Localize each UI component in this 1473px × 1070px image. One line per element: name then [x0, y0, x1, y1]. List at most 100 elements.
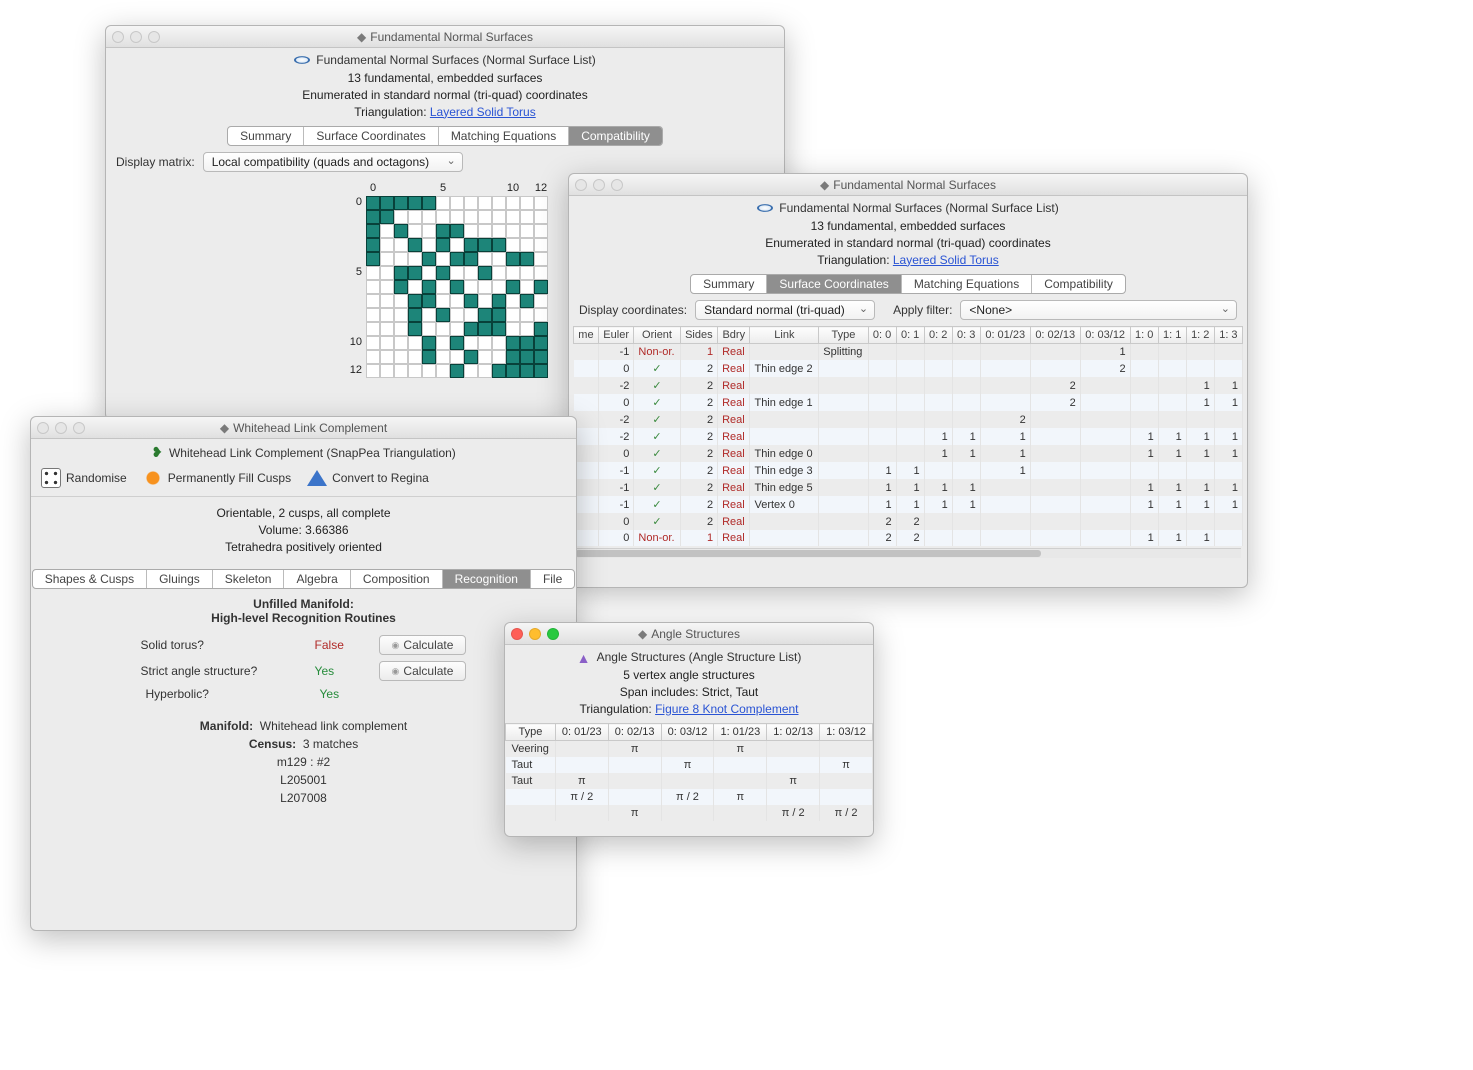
- angle-structures-table[interactable]: Type0: 01/230: 02/130: 03/121: 01/231: 0…: [505, 723, 873, 821]
- calculate-button[interactable]: Calculate: [379, 635, 467, 655]
- tabbar[interactable]: SummarySurface CoordinatesMatching Equat…: [690, 274, 1126, 294]
- column-header[interactable]: 1: 0: [1130, 327, 1158, 344]
- column-header[interactable]: 0: 2: [924, 327, 952, 344]
- calculate-button[interactable]: Calculate: [379, 661, 467, 681]
- column-header[interactable]: me: [574, 327, 599, 344]
- triangulation-link[interactable]: Layered Solid Torus: [893, 253, 999, 267]
- column-header[interactable]: 0: 3: [952, 327, 980, 344]
- tab-recognition[interactable]: Recognition: [443, 570, 531, 588]
- tab-compatibility[interactable]: Compatibility: [569, 127, 662, 145]
- display-matrix-select[interactable]: Local compatibility (quads and octagons): [203, 152, 463, 172]
- table-row[interactable]: 0✓2RealThin edge 1211: [574, 394, 1243, 411]
- tab-surface-coordinates[interactable]: Surface Coordinates: [767, 275, 901, 293]
- column-header[interactable]: 0: 1: [896, 327, 924, 344]
- column-header[interactable]: 1: 03/12: [820, 724, 873, 741]
- table-row[interactable]: 0Non-or.1Real22111: [574, 530, 1243, 546]
- coordinates-table[interactable]: meEulerOrientSidesBdryLinkType0: 00: 10:…: [573, 326, 1243, 546]
- column-header[interactable]: 0: 02/13: [608, 724, 661, 741]
- tab-summary[interactable]: Summary: [691, 275, 767, 293]
- tab-matching-equations[interactable]: Matching Equations: [902, 275, 1032, 293]
- titlebar[interactable]: ◆Fundamental Normal Surfaces: [106, 26, 784, 48]
- matrix-cell: [506, 350, 520, 364]
- table-row[interactable]: Tautππ: [506, 773, 873, 789]
- tab-composition[interactable]: Composition: [351, 570, 443, 588]
- zoom-icon[interactable]: [148, 31, 160, 43]
- tab-algebra[interactable]: Algebra: [284, 570, 350, 588]
- tab-matching-equations[interactable]: Matching Equations: [439, 127, 569, 145]
- tab-gluings[interactable]: Gluings: [147, 570, 213, 588]
- tab-surface-coordinates[interactable]: Surface Coordinates: [304, 127, 438, 145]
- column-header[interactable]: 1: 01/23: [714, 724, 767, 741]
- minimize-icon[interactable]: [593, 179, 605, 191]
- convert-button[interactable]: Convert to Regina: [307, 470, 429, 486]
- zoom-icon[interactable]: [611, 179, 623, 191]
- minimize-icon[interactable]: [529, 628, 541, 640]
- table-row[interactable]: -1✓2RealThin edge 511111111: [574, 479, 1243, 496]
- tabbar[interactable]: Shapes & CuspsGluingsSkeletonAlgebraComp…: [32, 569, 576, 589]
- traffic-lights[interactable]: [511, 628, 559, 640]
- table-row[interactable]: ππ / 2π / 2: [506, 805, 873, 821]
- traffic-lights[interactable]: [575, 179, 623, 191]
- randomise-button[interactable]: Randomise: [41, 468, 127, 488]
- fill-cusps-button[interactable]: Permanently Fill Cusps: [143, 468, 291, 488]
- column-header[interactable]: 0: 02/13: [1030, 327, 1080, 344]
- tab-file[interactable]: File: [531, 570, 574, 588]
- table-row[interactable]: 0✓2RealThin edge 22: [574, 360, 1243, 377]
- titlebar[interactable]: ◆Angle Structures: [505, 623, 873, 645]
- close-icon[interactable]: [37, 422, 49, 434]
- column-header[interactable]: 1: 02/13: [767, 724, 820, 741]
- table-row[interactable]: -1✓2RealThin edge 3111: [574, 462, 1243, 479]
- column-header[interactable]: Type: [819, 327, 868, 344]
- minimize-icon[interactable]: [130, 31, 142, 43]
- zoom-icon[interactable]: [547, 628, 559, 640]
- tabbar[interactable]: SummarySurface CoordinatesMatching Equat…: [227, 126, 663, 146]
- column-header[interactable]: Link: [750, 327, 819, 344]
- table-row[interactable]: 0✓2RealThin edge 01111111: [574, 445, 1243, 462]
- matrix-cell: [394, 238, 408, 252]
- apply-filter-select[interactable]: <None>: [960, 300, 1237, 320]
- column-header[interactable]: Euler: [598, 327, 634, 344]
- titlebar[interactable]: ◆Whitehead Link Complement: [31, 417, 576, 439]
- horizontal-scrollbar[interactable]: [575, 548, 1241, 558]
- close-icon[interactable]: [575, 179, 587, 191]
- triangulation-link[interactable]: Figure 8 Knot Complement: [655, 702, 798, 716]
- table-row[interactable]: -1✓2RealVertex 011111111: [574, 496, 1243, 513]
- column-header[interactable]: 1: 2: [1186, 327, 1214, 344]
- column-header[interactable]: 0: 01/23: [980, 327, 1030, 344]
- triangulation-link[interactable]: Layered Solid Torus: [430, 105, 536, 119]
- column-header[interactable]: Sides: [680, 327, 717, 344]
- matrix-cell: [520, 266, 534, 280]
- column-header[interactable]: 0: 03/12: [1080, 327, 1130, 344]
- tab-shapes-cusps[interactable]: Shapes & Cusps: [33, 570, 147, 588]
- matrix-cell: [422, 266, 436, 280]
- display-coordinates-select[interactable]: Standard normal (tri-quad): [695, 300, 875, 320]
- minimize-icon[interactable]: [55, 422, 67, 434]
- table-row[interactable]: Tautππ: [506, 757, 873, 773]
- table-row[interactable]: -1Non-or.1RealSplitting1: [574, 344, 1243, 361]
- column-header[interactable]: 0: 03/12: [661, 724, 714, 741]
- column-header[interactable]: Bdry: [718, 327, 750, 344]
- matrix-cell: [436, 336, 450, 350]
- column-header[interactable]: 0: 0: [868, 327, 896, 344]
- table-row[interactable]: Veeringππ: [506, 741, 873, 758]
- table-row[interactable]: 0✓2Real22: [574, 513, 1243, 530]
- column-header[interactable]: 1: 1: [1158, 327, 1186, 344]
- column-header[interactable]: Orient: [634, 327, 680, 344]
- table-row[interactable]: -2✓2Real211: [574, 377, 1243, 394]
- matrix-cell: [408, 308, 422, 322]
- zoom-icon[interactable]: [73, 422, 85, 434]
- tab-compatibility[interactable]: Compatibility: [1032, 275, 1125, 293]
- traffic-lights[interactable]: [112, 31, 160, 43]
- table-row[interactable]: -2✓2Real1111111: [574, 428, 1243, 445]
- column-header[interactable]: 1: 3: [1214, 327, 1242, 344]
- column-header[interactable]: Type: [506, 724, 556, 741]
- close-icon[interactable]: [511, 628, 523, 640]
- tab-skeleton[interactable]: Skeleton: [213, 570, 285, 588]
- column-header[interactable]: 0: 01/23: [555, 724, 608, 741]
- close-icon[interactable]: [112, 31, 124, 43]
- table-row[interactable]: π / 2π / 2π: [506, 789, 873, 805]
- titlebar[interactable]: ◆Fundamental Normal Surfaces: [569, 174, 1247, 196]
- tab-summary[interactable]: Summary: [228, 127, 304, 145]
- traffic-lights[interactable]: [37, 422, 85, 434]
- table-row[interactable]: -2✓2Real2: [574, 411, 1243, 428]
